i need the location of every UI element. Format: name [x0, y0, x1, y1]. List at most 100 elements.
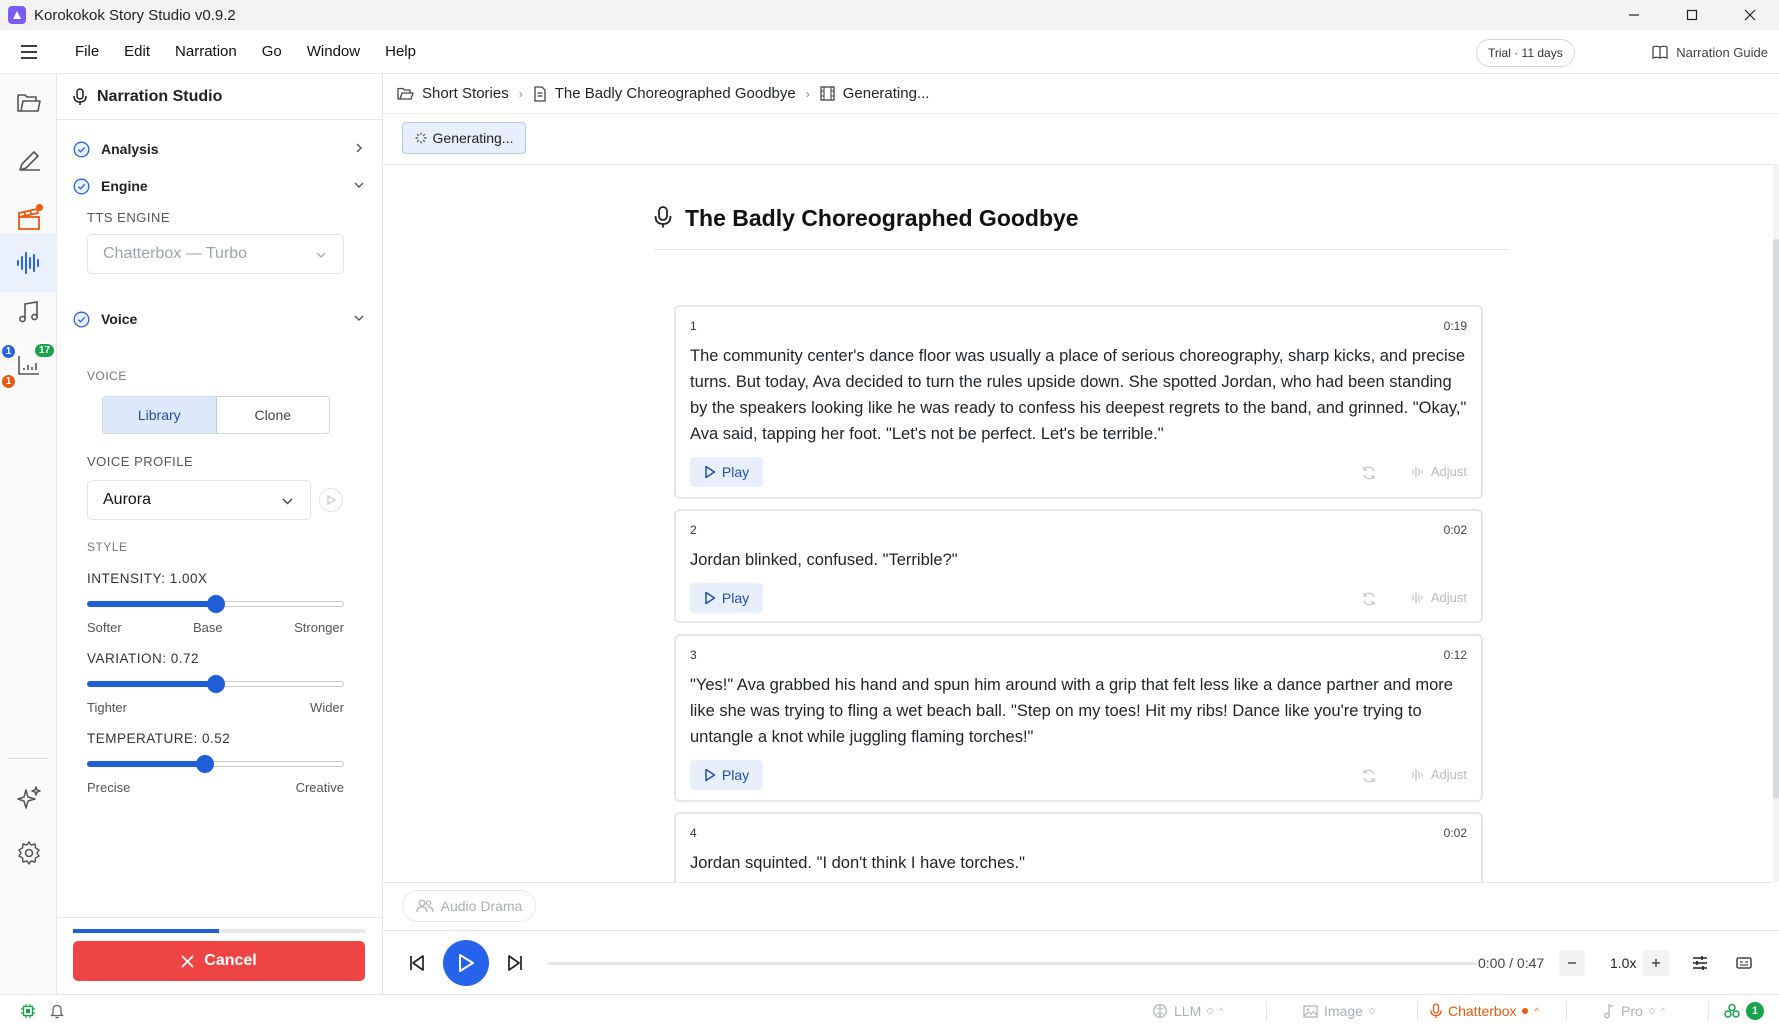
trial-badge[interactable]: Trial · 11 days	[1476, 39, 1575, 67]
audio-settings-button[interactable]	[1688, 931, 1712, 995]
segment-duration: 0:19	[1443, 319, 1467, 333]
play-segment-button[interactable]: Play	[690, 760, 763, 790]
section-voice[interactable]: Voice	[73, 305, 365, 333]
playback-scrubber[interactable]	[547, 962, 1477, 965]
section-engine[interactable]: Engine	[73, 172, 365, 200]
breadcrumb-story[interactable]: The Badly Choreographed Goodbye	[533, 85, 796, 102]
captions-button[interactable]	[1732, 931, 1756, 995]
document-viewport: The Badly Choreographed Goodbye 1 0:19 T…	[383, 164, 1779, 882]
variation-label: VARIATION: 0.72	[87, 651, 200, 666]
music-note-icon	[18, 301, 38, 323]
rail-ai-assist[interactable]	[0, 769, 57, 827]
spinner-icon	[415, 132, 427, 144]
breadcrumb-short-stories[interactable]: Short Stories	[397, 85, 509, 102]
breadcrumb-generating[interactable]: Generating...	[820, 85, 929, 102]
intensity-slider-thumb[interactable]	[206, 595, 225, 613]
skip-forward-button[interactable]	[503, 931, 527, 995]
segment-card[interactable]: 2 0:02 Jordan blinked, confused. "Terrib…	[674, 509, 1483, 623]
badge-orange: 1	[0, 373, 17, 390]
tts-engine-label: TTS ENGINE	[87, 210, 171, 225]
mode-bar	[383, 882, 1773, 930]
rail-projects[interactable]	[0, 74, 57, 132]
chevron-down-icon	[354, 182, 364, 188]
window-title: Korokokok Story Studio v0.9.2	[34, 6, 236, 24]
adjust-segment-button[interactable]: Adjust	[1411, 590, 1467, 605]
waveform-icon	[1412, 465, 1423, 478]
document-scrollbar[interactable]	[1773, 164, 1779, 882]
notifications[interactable]	[50, 995, 70, 1027]
play-segment-button[interactable]: Play	[690, 583, 763, 613]
rail-music[interactable]	[0, 283, 57, 341]
chatterbox-status[interactable]: Chatterbox ^	[1430, 995, 1539, 1027]
temperature-slider-thumb[interactable]	[196, 755, 215, 773]
voice-tab-library[interactable]: Library	[103, 397, 217, 433]
pro-status[interactable]: Pro ^	[1603, 995, 1665, 1027]
generating-label: Generating...	[432, 130, 514, 146]
segment-card[interactable]: 4 0:02 Jordan squinted. "I don't think I…	[674, 812, 1483, 882]
close-window-button[interactable]	[1721, 0, 1779, 30]
minimize-button[interactable]	[1605, 0, 1663, 30]
adjust-label: Adjust	[1430, 767, 1467, 782]
cancel-button[interactable]: Cancel	[73, 941, 365, 981]
close-icon	[181, 954, 194, 968]
generating-status-pill[interactable]: Generating...	[402, 122, 526, 154]
section-engine-label: Engine	[101, 178, 148, 194]
collaborators-status[interactable]: 1	[1724, 995, 1764, 1027]
preview-voice-button[interactable]	[319, 488, 343, 512]
menu-narration[interactable]: Narration	[175, 43, 237, 60]
breadcrumb: Short Stories › The Badly Choreographed …	[383, 74, 1779, 114]
variation-slider[interactable]	[87, 675, 344, 693]
play-segment-button[interactable]: Play	[690, 457, 763, 487]
speed-decrease-button[interactable]	[1559, 950, 1585, 976]
chevron-up-icon: ^	[1534, 1006, 1539, 1016]
chevron-down-icon	[316, 252, 326, 258]
tts-engine-select[interactable]: Chatterbox — Turbo	[87, 234, 344, 274]
menu-edit[interactable]: Edit	[124, 43, 150, 60]
menu-file[interactable]: File	[75, 43, 99, 60]
folder-icon	[16, 94, 41, 112]
temperature-slider[interactable]	[87, 755, 344, 773]
voice-profile-label: VOICE PROFILE	[87, 454, 194, 469]
hamburger-menu-icon[interactable]	[0, 30, 58, 74]
menu-help[interactable]: Help	[385, 43, 416, 60]
rail-settings[interactable]	[0, 824, 57, 882]
microphone-icon	[1430, 1003, 1442, 1018]
adjust-label: Adjust	[1430, 590, 1467, 605]
image-status[interactable]: Image	[1303, 995, 1375, 1027]
skip-back-button[interactable]	[405, 931, 429, 995]
music-note-icon	[1604, 1004, 1614, 1019]
rail-divider	[8, 758, 48, 759]
chevron-down-icon	[354, 315, 364, 321]
menu-bar: File Edit Narration Go Window Help Trial…	[0, 30, 1779, 74]
segment-text: "Yes!" Ava grabbed his hand and spun him…	[690, 676, 1453, 746]
variation-slider-thumb[interactable]	[206, 675, 225, 693]
play-pause-button[interactable]	[443, 931, 489, 995]
style-label: STYLE	[87, 540, 128, 554]
menu-go[interactable]: Go	[262, 43, 282, 60]
breadcrumb-label: Short Stories	[422, 85, 509, 102]
scrollbar-thumb[interactable]	[1773, 239, 1779, 799]
segment-card[interactable]: 1 0:19 The community center's dance floo…	[674, 305, 1483, 499]
intensity-slider[interactable]	[87, 595, 344, 613]
audio-drama-button[interactable]: Audio Drama	[402, 890, 536, 922]
regenerate-icon[interactable]	[1361, 465, 1377, 481]
voice-profile-select[interactable]: Aurora	[87, 480, 311, 520]
narration-guide-link[interactable]: Narration Guide	[1652, 30, 1768, 74]
adjust-segment-button[interactable]: Adjust	[1411, 464, 1467, 479]
llm-status[interactable]: LLM ^	[1152, 995, 1223, 1027]
cpu-status[interactable]	[20, 995, 42, 1027]
title-bar: Korokokok Story Studio v0.9.2	[0, 0, 1779, 30]
chatterbox-indicator	[1522, 1008, 1529, 1014]
maximize-button[interactable]	[1663, 0, 1721, 30]
rail-write[interactable]	[0, 132, 57, 190]
menu-window[interactable]: Window	[307, 43, 360, 60]
image-icon	[1303, 1004, 1318, 1018]
llm-indicator	[1207, 1008, 1214, 1014]
speed-increase-button[interactable]	[1643, 950, 1669, 976]
regenerate-icon[interactable]	[1361, 591, 1377, 607]
segment-card[interactable]: 3 0:12 "Yes!" Ava grabbed his hand and s…	[674, 634, 1483, 802]
voice-tab-clone[interactable]: Clone	[217, 397, 330, 433]
regenerate-icon[interactable]	[1361, 768, 1377, 784]
adjust-segment-button[interactable]: Adjust	[1411, 767, 1467, 782]
section-analysis[interactable]: Analysis	[73, 135, 365, 163]
